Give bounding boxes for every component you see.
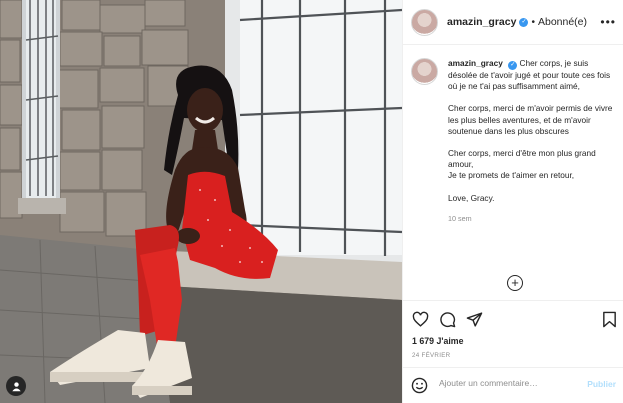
post-header: amazin_gracy ✓ • Abonné(e) ••• xyxy=(403,0,623,45)
post-comment-button[interactable]: Publier xyxy=(587,379,616,389)
caption-block: amazin_gracy ✓ Cher corps, je suis désol… xyxy=(411,58,619,223)
post-date[interactable]: 24 FÉVRIER xyxy=(412,352,450,359)
header-separator: • xyxy=(531,16,535,28)
avatar[interactable] xyxy=(411,8,438,36)
more-options-icon[interactable]: ••• xyxy=(600,15,616,29)
caption-paragraph-5: Love, Gracy. xyxy=(448,192,495,203)
plus-circle-icon[interactable]: + xyxy=(507,275,523,291)
verified-badge-icon: ✓ xyxy=(519,17,529,27)
post-actions: 1 679 J'aime 24 FÉVRIER xyxy=(403,300,623,370)
photo-woman-sitting-by-window xyxy=(0,0,402,403)
caption-paragraph-2: Cher corps, merci de m'avoir permis de v… xyxy=(448,103,613,136)
verified-badge-icon: ✓ xyxy=(508,61,518,70)
header-username[interactable]: amazin_gracy xyxy=(447,16,516,28)
bookmark-icon[interactable] xyxy=(601,311,618,328)
comment-icon[interactable] xyxy=(439,311,456,328)
likes-count[interactable]: 1 679 J'aime xyxy=(412,336,464,346)
user-tag-icon[interactable] xyxy=(6,376,26,396)
heart-icon[interactable] xyxy=(412,311,429,328)
user-tag-glyph xyxy=(11,381,21,391)
emoji-icon[interactable] xyxy=(411,377,428,394)
paper-plane-icon[interactable] xyxy=(466,311,483,328)
caption-text: amazin_gracy ✓ Cher corps, je suis désol… xyxy=(448,58,619,204)
post-photo[interactable] xyxy=(0,0,402,403)
caption-paragraph-3: Cher corps, merci d'être mon plus grand … xyxy=(448,148,596,170)
comment-input[interactable] xyxy=(439,378,579,388)
follow-status-button[interactable]: Abonné(e) xyxy=(538,16,587,28)
post-side-panel: amazin_gracy ✓ • Abonné(e) ••• amazin_gr… xyxy=(402,0,623,403)
caption-paragraph-4: Je te promets de t'aimer en retour, xyxy=(448,170,575,181)
comment-bar: Publier xyxy=(403,367,623,403)
caption-time-ago[interactable]: 10 sem xyxy=(448,214,619,223)
caption-avatar[interactable] xyxy=(411,58,438,85)
caption-username[interactable]: amazin_gracy xyxy=(448,58,503,68)
